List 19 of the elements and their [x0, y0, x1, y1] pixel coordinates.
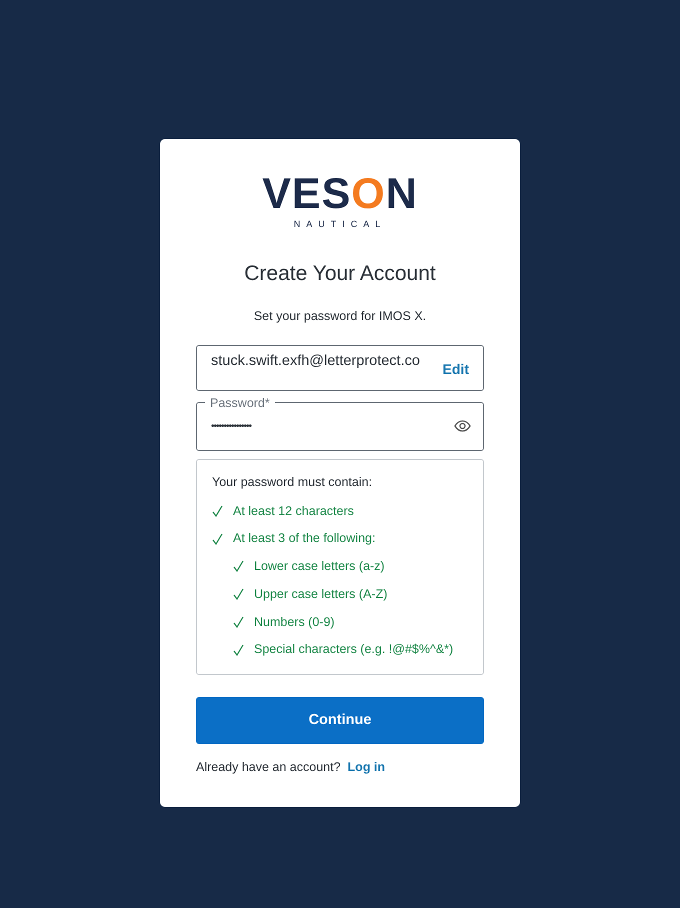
continue-button[interactable]: Continue: [196, 697, 484, 744]
show-password-icon[interactable]: [454, 420, 471, 432]
requirement-text: At least 12 characters: [233, 502, 354, 520]
requirement-text: Upper case letters (A-Z): [254, 586, 388, 603]
requirement-text: Lower case letters (a-z): [254, 558, 385, 575]
logo-wordmark: VESON: [261, 173, 419, 216]
password-value: ••••••••••••••••: [211, 420, 252, 434]
requirement-text: Numbers (0-9): [254, 614, 335, 631]
email-field[interactable]: stuck.swift.exfh@letterprotect.co Edit: [196, 344, 484, 391]
requirement-text: At least 3 of the following:: [233, 530, 376, 548]
page-title: Create Your Account: [243, 260, 437, 286]
requirement-text: Special characters (e.g. !@#$%^&*): [254, 641, 454, 658]
requirements-heading: Your password must contain:: [212, 474, 374, 491]
subtitle-text: Set your password for IMOS X.: [252, 308, 428, 325]
email-value: stuck.swift.exfh@letterprotect.co: [211, 352, 421, 371]
edit-link[interactable]: Edit: [442, 358, 469, 380]
footer-text: Already have an account?: [196, 759, 341, 776]
login-link[interactable]: Log in: [348, 758, 386, 777]
logo-subtitle: NAUTICAL: [292, 218, 388, 231]
